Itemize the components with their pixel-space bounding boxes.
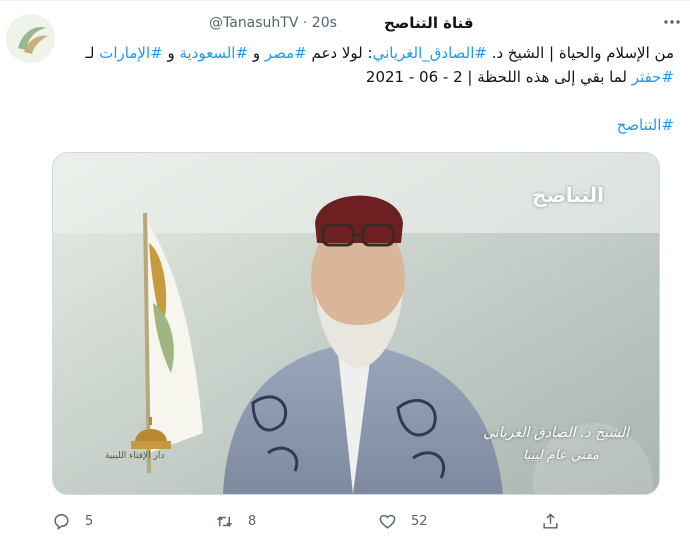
tweet-text-part: لـ xyxy=(85,44,100,62)
share-icon xyxy=(543,512,558,529)
tweet-text-part: : لولا دعم xyxy=(306,44,373,62)
handle[interactable]: @TanasuhTV xyxy=(209,15,298,31)
tweet-text: من الإسلام والحياة | الشيخ د. #الصادق_ال… xyxy=(62,41,674,89)
video-caption-title: مفتي عام ليبيا xyxy=(522,448,599,463)
flag-caption: دار الإفتاء الليبية xyxy=(105,451,165,461)
channel-watermark: التناصح xyxy=(532,183,604,207)
tweet-actions: 5 8 52 xyxy=(52,510,658,534)
more-icon[interactable] xyxy=(662,12,682,32)
hashtag-link[interactable]: #السعودية xyxy=(179,44,248,62)
tweet-text-part: و xyxy=(248,44,265,62)
handle-time: @TanasuhTV · 20s xyxy=(209,15,337,31)
retweet-button[interactable]: 8 xyxy=(215,510,256,532)
heart-icon xyxy=(379,514,396,529)
retweet-icon xyxy=(216,515,233,527)
separator: · xyxy=(302,15,308,31)
like-button[interactable]: 52 xyxy=(378,510,428,532)
timeline-divider xyxy=(0,0,690,1)
tweet-header: قناة التناصح @TanasuhTV · 20s xyxy=(62,14,680,36)
retweet-count: 8 xyxy=(248,513,257,529)
hashtag-link[interactable]: #مصر xyxy=(265,44,307,62)
reply-button[interactable]: 5 xyxy=(52,510,93,532)
video-caption-name: الشيخ د. الصادق الغرياني xyxy=(483,425,629,441)
share-button[interactable] xyxy=(541,510,560,532)
hashtag-link[interactable]: #الصادق_الغرياني xyxy=(373,44,487,62)
reply-icon xyxy=(54,513,69,530)
channel-logo-icon xyxy=(6,14,55,63)
tweet-text-part: لما بقي إلى هذه اللحظة | 2 - 06 - 2021 xyxy=(365,68,632,86)
tweet-text-part: و xyxy=(162,44,180,62)
avatar[interactable] xyxy=(6,14,55,63)
hashtag-link[interactable]: #الإمارات xyxy=(99,44,162,62)
hashtag-link[interactable]: #حفتر xyxy=(632,68,674,86)
video-thumbnail[interactable]: التناصح الشيخ د. الصادق الغرياني مفتي عا… xyxy=(52,152,660,495)
tweet-text-part: من الإسلام والحياة | الشيخ د. xyxy=(486,44,674,62)
display-name[interactable]: قناة التناصح xyxy=(384,14,474,32)
reply-count: 5 xyxy=(85,513,94,529)
timestamp[interactable]: 20s xyxy=(312,15,337,31)
hashtag-link[interactable]: #التناصح xyxy=(62,116,674,134)
like-count: 52 xyxy=(411,513,428,529)
